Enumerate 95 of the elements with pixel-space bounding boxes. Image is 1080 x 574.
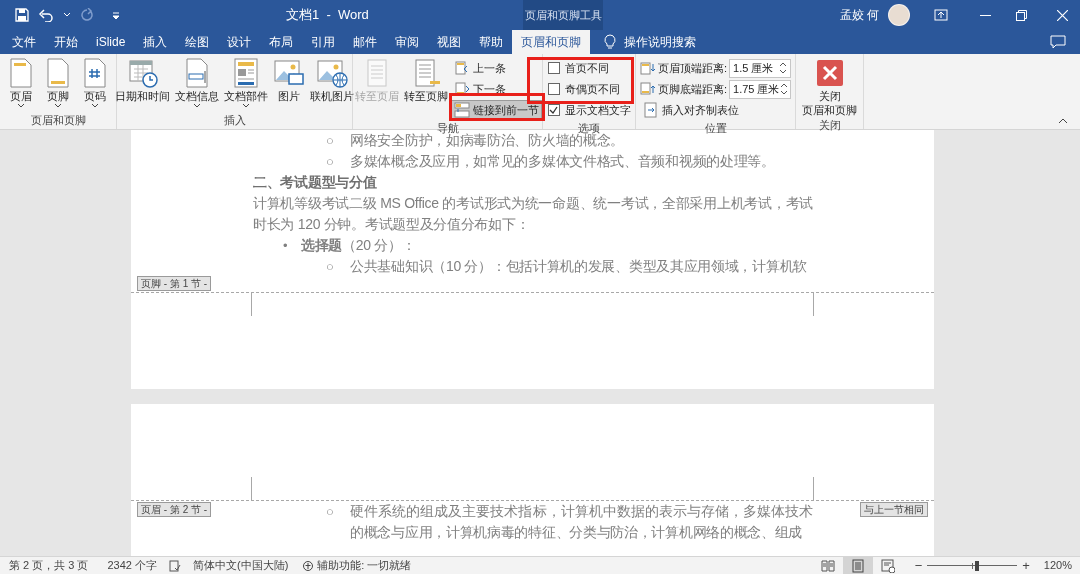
- ribbon-tab[interactable]: 布局: [260, 30, 303, 54]
- checkmark-icon: [549, 106, 558, 114]
- list-bullet: ○: [326, 503, 335, 521]
- read-mode-icon: [820, 558, 836, 573]
- section-tag: 页眉 - 第 2 节 -: [137, 502, 212, 517]
- contextual-tab-label: 页眉和页脚工具: [523, 0, 603, 30]
- close-header-footer-button[interactable]: 关闭 页眉和页脚: [800, 57, 859, 117]
- checkbox-label[interactable]: 奇偶页不同: [564, 80, 620, 98]
- comment-icon[interactable]: [1050, 35, 1066, 49]
- tab-stop-icon: [642, 102, 659, 118]
- language[interactable]: 简体中文(中国大陆): [193, 557, 289, 574]
- ribbon-display-icon[interactable]: [934, 9, 948, 21]
- checkbox-label[interactable]: 首页不同: [564, 59, 609, 77]
- ribbon-tab[interactable]: 帮助: [470, 30, 513, 54]
- section-heading: 二、考试题型与分值: [253, 173, 378, 192]
- group-label: 导航: [435, 121, 460, 134]
- ribbon-tab[interactable]: 视图: [428, 30, 471, 54]
- checkbox[interactable]: [547, 83, 560, 95]
- group-label: 关闭: [817, 118, 842, 133]
- restore-icon[interactable]: [1016, 9, 1027, 21]
- user-name[interactable]: 孟姣 何: [839, 6, 879, 24]
- ribbon-button[interactable]: 上一条: [451, 58, 542, 78]
- caret-icon: [63, 12, 71, 18]
- redo-icon[interactable]: [80, 8, 94, 22]
- checkbox[interactable]: [547, 62, 560, 74]
- proofing-icon[interactable]: [169, 559, 181, 572]
- group-label: 选项: [577, 121, 600, 134]
- page-count[interactable]: 第 2 页，共 3 页: [9, 557, 89, 574]
- list-bullet: ○: [326, 258, 335, 276]
- ribbon-button[interactable]: 联机图片: [308, 57, 356, 112]
- save-icon[interactable]: [15, 8, 29, 22]
- ribbon-button[interactable]: 文档部件: [222, 57, 270, 112]
- section-tag: 与上一节相同: [860, 502, 928, 517]
- ribbon-button[interactable]: 页脚: [40, 57, 76, 112]
- footer-distance-icon: [639, 81, 656, 97]
- list-item: 多媒体概念及应用，如常见的多媒体文件格式、音频和视频的处理等。: [350, 152, 776, 171]
- header-distance-icon: [639, 60, 656, 76]
- calendar-clock-icon: [126, 57, 159, 89]
- checkbox-label[interactable]: 显示文档文字: [564, 101, 631, 119]
- spinner-icon[interactable]: [779, 61, 788, 75]
- avatar[interactable]: [888, 4, 910, 26]
- list-bullet: ○: [326, 132, 335, 150]
- zoom-slider[interactable]: [927, 560, 1018, 571]
- field-label: 页眉顶端距离:: [657, 60, 728, 76]
- list-item: 硬件系统的组成及主要技术指标，计算机中数据的表示与存储，多媒体技术的概念与应用，计算机病毒的特征、分类与防治，计算机网络的概念、组成: [350, 502, 813, 542]
- ribbon-button[interactable]: 日期和时间: [113, 57, 172, 112]
- paragraph: 计算机等级考试二级 MS Office 的考试形式为统一命题、统一考试，全部采用上机考试，考试时长为 120 分钟。考试题型及分值分布如下：: [253, 194, 813, 234]
- word-count[interactable]: 2342 个字: [107, 557, 157, 574]
- print-layout-icon: [850, 558, 866, 573]
- ribbon-tab[interactable]: 页眉和页脚: [512, 30, 591, 54]
- list-bullet: ○: [326, 153, 335, 171]
- zoom-in-button[interactable]: +: [1022, 556, 1030, 574]
- ribbon-button[interactable]: 页眉: [3, 57, 39, 112]
- collapse-ribbon-icon[interactable]: [1058, 118, 1068, 124]
- section-tag: 页脚 - 第 1 节 -: [137, 276, 212, 291]
- ribbon-button[interactable]: 文档信息: [173, 57, 221, 112]
- ribbon-tab[interactable]: 审阅: [386, 30, 429, 54]
- ribbon-tab[interactable]: 设计: [218, 30, 261, 54]
- ribbon-button[interactable]: 图片: [271, 57, 307, 112]
- window-title: 文档1 - Word: [286, 6, 369, 25]
- ribbon-tab[interactable]: 引用: [302, 30, 345, 54]
- list-bullet: •: [283, 237, 289, 255]
- ribbon-tab[interactable]: 绘图: [176, 30, 219, 54]
- link-icon: [454, 102, 470, 118]
- accessibility-status[interactable]: 辅助功能: 一切就绪: [317, 557, 412, 574]
- ribbon-tab[interactable]: 文件: [3, 30, 45, 54]
- view-button[interactable]: [842, 556, 873, 574]
- ribbon-button[interactable]: 插入对齐制表位: [639, 100, 792, 120]
- customize-icon[interactable]: [111, 10, 121, 20]
- spinner-icon[interactable]: [779, 82, 788, 96]
- group-label: 插入: [222, 113, 247, 128]
- ribbon-button[interactable]: 页码: [77, 57, 113, 112]
- spin-field[interactable]: 1.5 厘米: [729, 58, 792, 78]
- ribbon-tab[interactable]: 插入: [134, 30, 177, 54]
- field-label: 页脚底端距离:: [657, 81, 728, 97]
- list-item: 选择题（20 分）：: [301, 236, 417, 255]
- lightbulb-icon[interactable]: [604, 34, 617, 50]
- tell-me-search[interactable]: 操作说明搜索: [624, 33, 697, 51]
- previous-icon: [454, 60, 470, 76]
- spin-field[interactable]: 1.75 厘米: [729, 79, 792, 99]
- undo-icon[interactable]: [38, 8, 54, 22]
- accessibility-icon[interactable]: [301, 559, 316, 572]
- zoom-slider-thumb[interactable]: [974, 560, 979, 571]
- zoom-level[interactable]: 120%: [1043, 557, 1072, 574]
- ribbon-tab[interactable]: 邮件: [344, 30, 387, 54]
- checkbox[interactable]: [547, 104, 560, 116]
- zoom-out-button[interactable]: −: [914, 556, 923, 574]
- list-item: 公共基础知识（10 分）：包括计算机的发展、类型及其应用领域，计算机软: [350, 257, 808, 276]
- ribbon-tab[interactable]: 开始: [45, 30, 87, 54]
- ribbon-tab[interactable]: iSlide: [87, 30, 135, 54]
- ribbon-button[interactable]: 转至页脚: [402, 57, 450, 120]
- group-label: 位置: [703, 121, 728, 136]
- group-label: 页眉和页脚: [29, 113, 87, 128]
- close-icon[interactable]: [1057, 9, 1068, 21]
- online-picture-icon: [316, 57, 348, 89]
